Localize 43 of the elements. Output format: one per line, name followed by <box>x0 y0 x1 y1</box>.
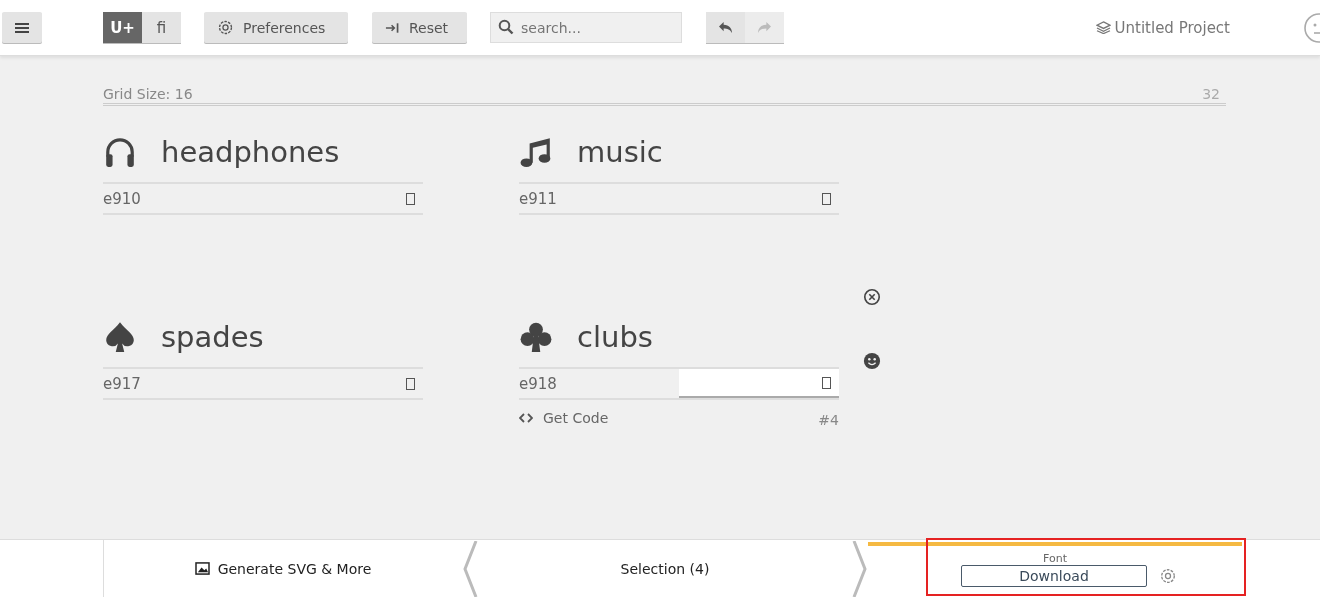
remove-icon[interactable] <box>863 288 881 306</box>
search-field[interactable]: search... <box>490 12 682 43</box>
project-name[interactable]: Untitled Project <box>1095 18 1230 37</box>
download-button[interactable]: Download <box>961 565 1147 587</box>
settings-icon[interactable] <box>1159 567 1177 585</box>
glyph-name: headphones <box>161 135 340 169</box>
code-icon <box>519 413 533 423</box>
glyph-code: e911 <box>519 189 557 208</box>
preferences-button[interactable]: Preferences <box>204 12 348 43</box>
glyph-code: e910 <box>103 189 141 208</box>
club-icon <box>519 320 553 354</box>
get-code-link[interactable]: Get Code <box>519 408 609 428</box>
selection-tab[interactable]: Selection (4) <box>478 540 852 597</box>
mode-toggle[interactable]: ﬁ <box>142 12 181 43</box>
reset-button[interactable]: Reset <box>372 12 467 43</box>
spade-icon <box>103 320 137 354</box>
grid-size-label: Grid Size: 16 <box>103 86 193 102</box>
glyph-index: #4 <box>818 412 839 428</box>
glyph-code: e918 <box>519 374 557 393</box>
generate-button[interactable]: Generate SVG & More <box>104 540 462 597</box>
search-icon <box>498 19 514 35</box>
glyph-name: spades <box>161 320 264 354</box>
gear-icon <box>217 19 234 36</box>
layers-icon <box>1095 21 1111 34</box>
redo-icon <box>757 21 772 34</box>
music-note-icon <box>519 135 553 169</box>
glyph-name: clubs <box>577 320 653 354</box>
headphones-icon <box>103 135 137 169</box>
menu-button[interactable] <box>2 12 42 43</box>
undo-button[interactable] <box>706 12 745 43</box>
glyph-name: music <box>577 135 663 169</box>
chevron-right-icon <box>852 540 868 597</box>
arrow-to-bar-icon <box>385 21 400 34</box>
undo-icon <box>718 21 733 34</box>
glyph-preview-field[interactable] <box>679 369 839 398</box>
font-label: Font <box>1043 552 1067 565</box>
smiley-icon[interactable] <box>863 352 881 370</box>
grid-size-max: 32 <box>1202 86 1221 102</box>
chevron-left-icon <box>462 540 478 597</box>
mode-toggle[interactable]: U+ <box>103 12 142 43</box>
menu-icon <box>15 21 29 34</box>
image-icon <box>194 562 210 575</box>
glyph-code: e917 <box>103 374 141 393</box>
